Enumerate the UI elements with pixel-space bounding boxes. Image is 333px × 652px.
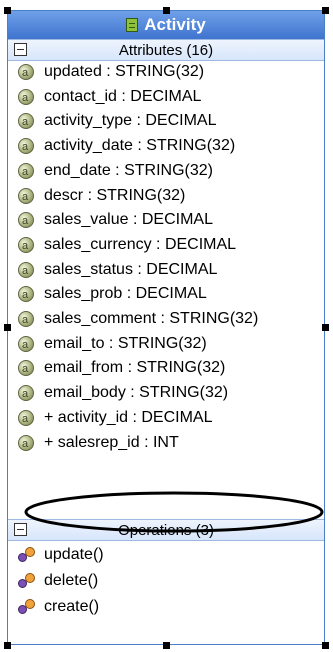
attribute-label: sales_currency : DECIMAL xyxy=(44,235,237,253)
resize-handle[interactable] xyxy=(322,642,329,649)
resize-handle[interactable] xyxy=(322,324,329,331)
attribute-icon xyxy=(18,161,34,183)
resize-handle[interactable] xyxy=(4,324,11,331)
attribute-row[interactable]: sales_prob : DECIMAL xyxy=(18,283,322,306)
attribute-icon xyxy=(18,62,34,84)
operation-icon xyxy=(18,599,35,615)
attribute-row[interactable]: updated : STRING(32) xyxy=(18,61,322,84)
operation-row[interactable]: create() xyxy=(18,596,322,618)
attribute-label: sales_prob : DECIMAL xyxy=(44,285,207,303)
operation-label: update() xyxy=(44,546,104,563)
attribute-icon xyxy=(18,260,34,282)
attribute-icon xyxy=(18,111,34,133)
resize-handle[interactable] xyxy=(4,7,11,14)
operation-row[interactable]: update() xyxy=(18,544,322,566)
attribute-row[interactable]: + activity_id : DECIMAL xyxy=(18,407,322,430)
operation-row[interactable]: delete() xyxy=(18,570,322,592)
attribute-icon xyxy=(18,408,34,430)
class-name: Activity xyxy=(144,15,206,34)
attribute-row[interactable]: sales_value : DECIMAL xyxy=(18,209,322,232)
operation-label: delete() xyxy=(44,572,99,589)
attribute-label: sales_comment : STRING(32) xyxy=(44,310,259,327)
operation-icon xyxy=(18,573,35,589)
attribute-icon xyxy=(18,383,34,405)
operations-header-label: Operations (3) xyxy=(118,522,214,539)
attribute-label: + activity_id : DECIMAL xyxy=(44,408,213,426)
attribute-label: contact_id : DECIMAL xyxy=(44,87,202,105)
attribute-label: descr : STRING(32) xyxy=(44,186,186,204)
resize-handle[interactable] xyxy=(4,642,11,649)
attribute-row[interactable]: email_to : STRING(32) xyxy=(18,333,322,356)
attributes-header-label: Attributes (16) xyxy=(118,42,214,59)
attribute-icon xyxy=(18,309,34,331)
attribute-label: end_date : STRING(32) xyxy=(44,161,213,179)
attribute-label: sales_status : DECIMAL xyxy=(44,260,218,278)
attribute-icon xyxy=(18,235,34,257)
attribute-row[interactable]: email_from : STRING(32) xyxy=(18,357,322,380)
attribute-label: + salesrep_id : INT xyxy=(44,433,179,451)
attribute-row[interactable]: sales_status : DECIMAL xyxy=(18,259,322,282)
operation-label: create() xyxy=(44,598,100,615)
attribute-icon xyxy=(18,358,34,380)
class-box-activity[interactable]: Activity Attributes (16) updated : STRIN… xyxy=(7,10,325,645)
resize-handle[interactable] xyxy=(163,7,170,14)
attribute-icon xyxy=(18,186,34,208)
operation-icon xyxy=(18,547,35,563)
attribute-row[interactable]: contact_id : DECIMAL xyxy=(18,86,322,109)
attribute-row[interactable]: sales_comment : STRING(32) xyxy=(18,308,322,331)
attribute-row[interactable]: descr : STRING(32) xyxy=(18,185,322,208)
attribute-icon xyxy=(18,136,34,158)
resize-handle[interactable] xyxy=(163,642,170,649)
operations-section-header[interactable]: Operations (3) xyxy=(8,519,324,541)
attributes-section-header[interactable]: Attributes (16) xyxy=(8,39,324,61)
attribute-row[interactable]: activity_type : DECIMAL xyxy=(18,110,322,133)
resize-handle[interactable] xyxy=(322,7,329,14)
class-icon xyxy=(126,18,139,32)
attribute-icon xyxy=(18,334,34,356)
attribute-label: activity_type : DECIMAL xyxy=(44,112,217,130)
attribute-label: updated : STRING(32) xyxy=(44,63,205,80)
attribute-row[interactable]: + salesrep_id : INT xyxy=(18,432,322,455)
class-header[interactable]: Activity xyxy=(8,11,324,39)
attribute-row[interactable]: end_date : STRING(32) xyxy=(18,160,322,183)
attribute-row[interactable]: email_body : STRING(32) xyxy=(18,382,322,405)
attribute-label: email_from : STRING(32) xyxy=(44,359,226,377)
attribute-label: sales_value : DECIMAL xyxy=(44,211,213,229)
attribute-row[interactable]: sales_currency : DECIMAL xyxy=(18,234,322,257)
attribute-label: activity_date : STRING(32) xyxy=(44,137,236,155)
attribute-icon xyxy=(18,433,34,455)
attribute-label: email_to : STRING(32) xyxy=(44,334,207,352)
attribute-icon xyxy=(18,210,34,232)
attribute-label: email_body : STRING(32) xyxy=(44,384,229,402)
attribute-icon xyxy=(18,284,34,306)
attribute-icon xyxy=(18,87,34,109)
attribute-row[interactable]: activity_date : STRING(32) xyxy=(18,135,322,158)
